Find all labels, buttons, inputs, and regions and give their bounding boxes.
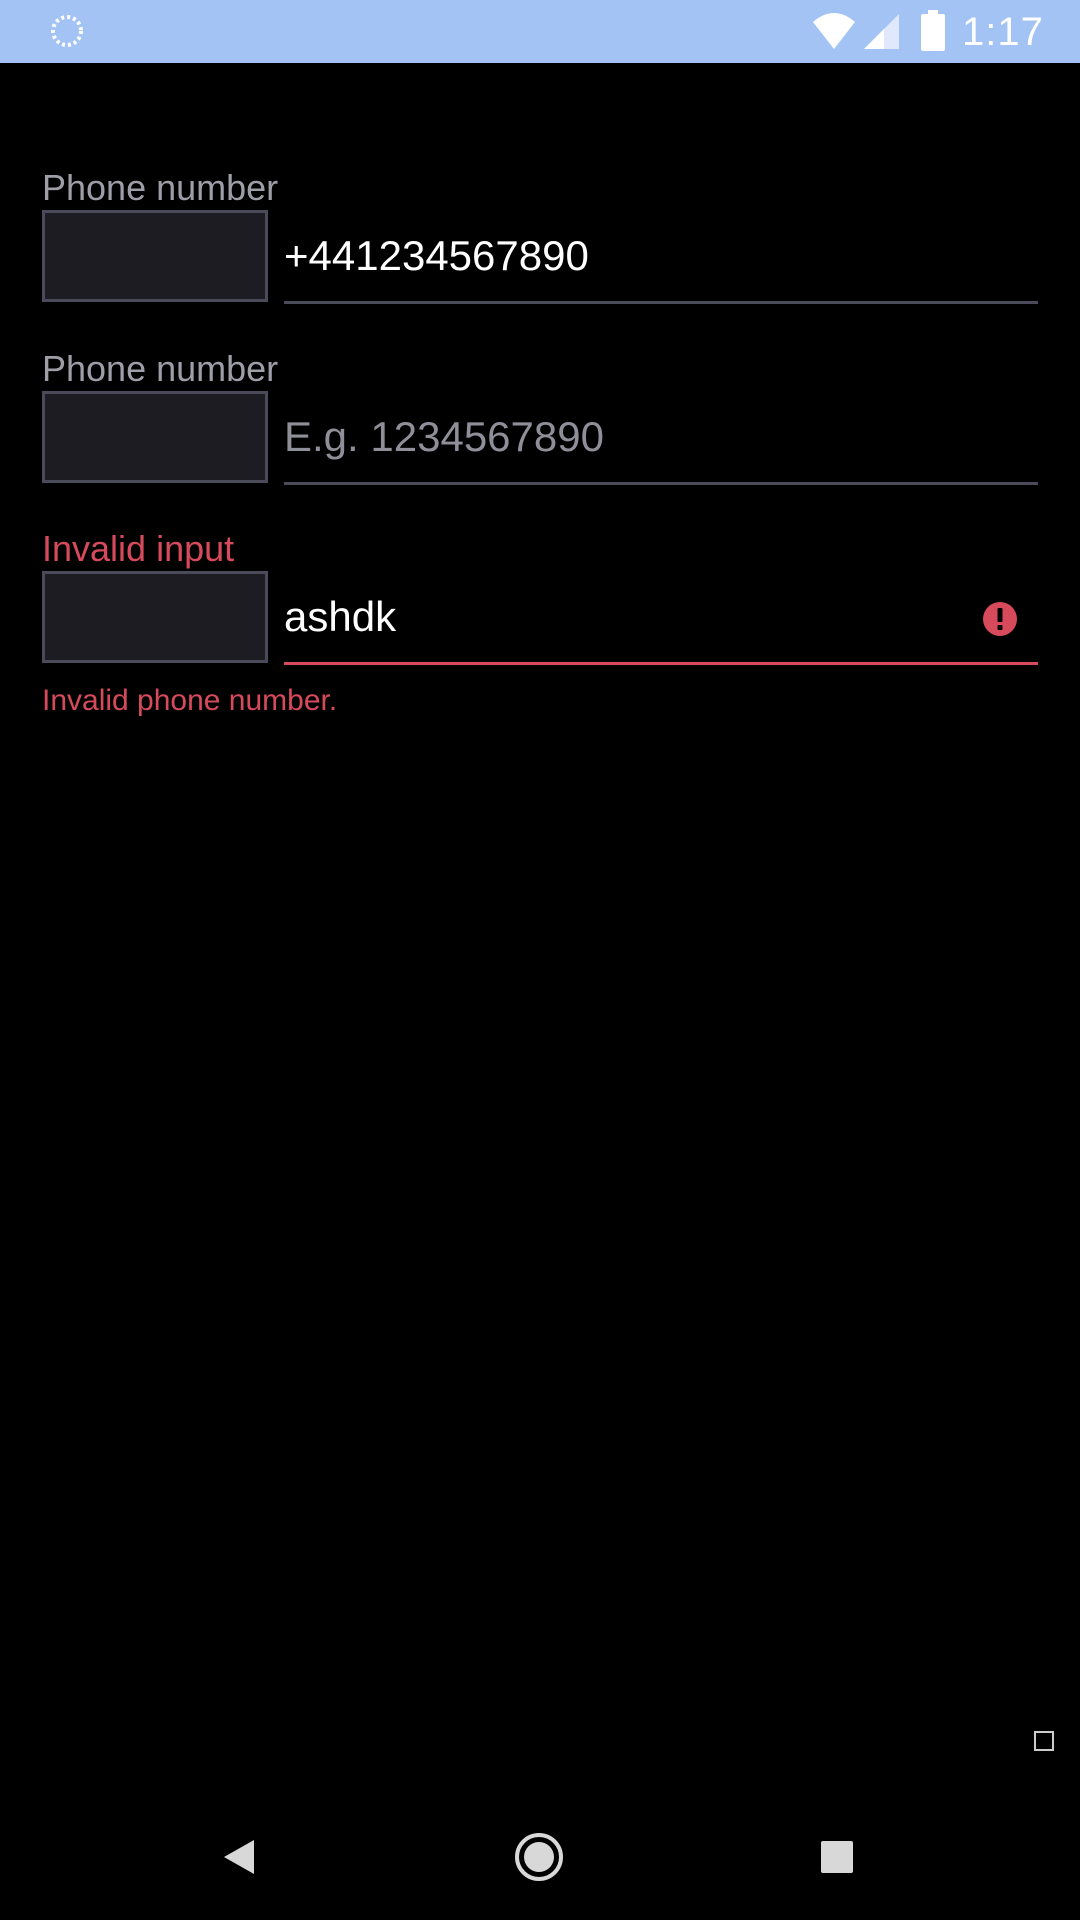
overlay-square-icon [1034,1731,1054,1751]
loading-spinner-icon [51,15,83,47]
phone-input-2[interactable] [284,391,1038,485]
country-code-picker-2[interactable] [42,391,268,483]
phone-label-3-error: Invalid input [42,528,235,569]
phone-input-1[interactable] [284,210,1038,304]
recents-icon[interactable] [820,1840,854,1874]
phone-label-2: Phone number [42,348,279,389]
status-time: 1:17 [962,10,1044,54]
error-icon [983,602,1017,636]
phone-input-3[interactable] [284,571,1038,665]
error-helper-text: Invalid phone number. [42,684,338,717]
wifi-icon [813,13,855,49]
app-screen: 1:17 Phone number Phone number Invalid i… [0,0,1080,1920]
country-code-picker-3[interactable] [42,571,268,663]
battery-icon [921,10,945,51]
status-bar: 1:17 [0,0,1080,63]
cell-signal-icon [864,14,899,49]
phone-label-1: Phone number [42,167,279,208]
country-code-picker-1[interactable] [42,210,268,302]
home-icon[interactable] [514,1832,564,1882]
back-icon[interactable] [222,1838,256,1876]
